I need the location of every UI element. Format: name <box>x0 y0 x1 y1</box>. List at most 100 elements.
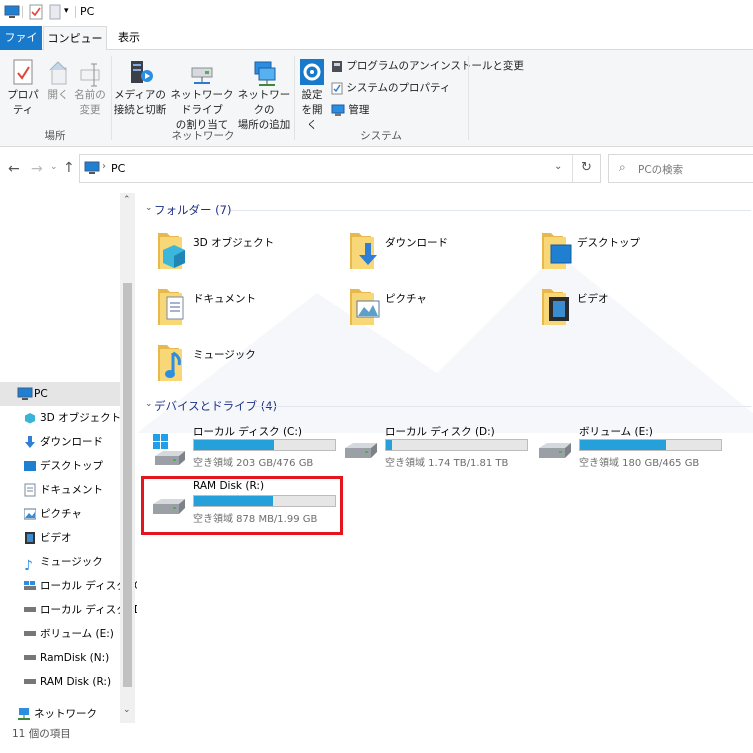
network-drive-icon <box>189 58 215 88</box>
rename-button[interactable]: 名前の 変更 <box>74 58 106 118</box>
open-settings-label-line1: 設定 <box>301 89 323 101</box>
sidebar-item-videos[interactable]: ビデオ <box>0 526 120 550</box>
drive-e[interactable]: ボリューム (E:) 空き領域 180 GB/465 GB <box>533 424 723 480</box>
search-box[interactable]: ⌕ PCの検索 <box>608 154 753 183</box>
drive-d[interactable]: ローカル ディスク (D:) 空き領域 1.74 TB/1.81 TB <box>339 424 529 480</box>
sidebar-item-pictures[interactable]: ピクチャ <box>0 502 120 526</box>
address-dropdown-icon[interactable]: ⌄ <box>554 161 562 172</box>
windows-drive-icon <box>151 434 187 468</box>
folder-desktop[interactable]: デスクトップ <box>541 229 721 283</box>
recent-locations-chevron-icon[interactable]: ⌄ <box>50 162 58 172</box>
address-bar[interactable]: › PC ⌄ ↻ <box>79 154 601 183</box>
pc-icon <box>17 387 33 401</box>
folder-downloads[interactable]: ダウンロード <box>349 229 529 283</box>
videos-folder-icon <box>541 285 573 329</box>
group-separator <box>468 56 469 140</box>
3d-objects-icon <box>24 412 36 424</box>
properties-button[interactable]: プロパティ <box>3 58 43 118</box>
sidebar-item-documents[interactable]: ドキュメント <box>0 478 120 502</box>
drive-free-space: 空き領域 180 GB/465 GB <box>579 458 700 469</box>
tab-view[interactable]: 表示 <box>110 26 148 50</box>
properties-quick-icon[interactable] <box>29 4 43 20</box>
section-divider <box>254 406 751 407</box>
add-network-location-button[interactable]: ネットワークの 場所の追加 <box>237 58 291 133</box>
folder-documents[interactable]: ドキュメント <box>157 285 337 339</box>
desktop-folder-icon <box>541 229 573 273</box>
drive-icon <box>24 679 36 685</box>
sidebar-item-label: PC <box>34 388 48 400</box>
properties-icon <box>11 58 35 88</box>
sidebar-item-drive-e[interactable]: ボリューム (E:) <box>0 622 120 646</box>
sidebar-item-music[interactable]: ♪ ミュージック <box>0 550 120 574</box>
open-settings-button[interactable]: 設定 を開く <box>297 58 327 133</box>
download-icon <box>24 435 36 449</box>
new-folder-quick-icon[interactable] <box>49 4 61 20</box>
pictures-icon <box>24 508 36 520</box>
status-bar: 11 個の項目 <box>0 723 753 753</box>
drive-free-space: 空き領域 1.74 TB/1.81 TB <box>385 458 509 469</box>
search-placeholder[interactable]: PCの検索 <box>638 162 683 177</box>
tab-file[interactable]: ファイル <box>0 26 42 68</box>
refresh-icon[interactable]: ↻ <box>581 160 592 175</box>
drive-icon <box>343 440 379 462</box>
scroll-down-icon[interactable]: ⌄ <box>123 705 131 715</box>
collapse-drives-chevron-icon[interactable]: ⌄ <box>145 399 153 409</box>
up-arrow-icon[interactable]: ↑ <box>63 160 75 176</box>
system-properties-button[interactable]: システムのプロパティ <box>331 81 450 99</box>
rename-icon <box>78 58 102 88</box>
sidebar-item-downloads[interactable]: ダウンロード <box>0 430 120 454</box>
sidebar-item-drive-d[interactable]: ローカル ディスク (D:) <box>0 598 150 622</box>
ribbon-tab-row: ファイル コンピューター 表示 <box>0 26 753 69</box>
music-folder-icon <box>157 341 189 385</box>
tab-computer[interactable]: コンピューター <box>43 26 107 69</box>
sidebar-item-3d-objects[interactable]: 3D オブジェクト <box>0 406 121 430</box>
sidebar-item-label: ピクチャ <box>40 508 82 520</box>
folders-section-header[interactable]: フォルダー (7) <box>154 202 231 218</box>
sidebar-item-label: ドキュメント <box>40 484 103 496</box>
navigation-pane-scrollbar[interactable]: ⌃ ⌄ <box>120 193 135 723</box>
settings-gear-icon <box>299 58 325 88</box>
media-connect-button[interactable]: メディアの 接続と切断 <box>113 58 167 118</box>
open-button[interactable]: 開く <box>44 58 72 103</box>
sidebar-item-label: デスクトップ <box>40 460 103 472</box>
video-icon <box>24 531 36 545</box>
open-label: 開く <box>47 89 69 101</box>
uninstall-programs-button[interactable]: プログラムのアンインストールと変更 <box>331 59 524 77</box>
folder-videos[interactable]: ビデオ <box>541 285 721 339</box>
network-group-label: ネットワーク <box>171 130 235 142</box>
3d-objects-folder-icon <box>157 229 189 273</box>
window-title: PC <box>80 5 95 18</box>
drive-usage-bar <box>385 439 528 451</box>
map-drive-button[interactable]: ネットワーク ドライブ の割り当て <box>166 58 238 133</box>
sidebar-item-drive-r[interactable]: RAM Disk (R:) <box>0 670 120 694</box>
map-drive-label-line1: ネットワーク ドライブ <box>170 89 234 116</box>
folder-pictures[interactable]: ピクチャ <box>349 285 529 339</box>
folder-3d-objects[interactable]: 3D オブジェクト <box>157 229 337 283</box>
network-location-icon <box>251 58 277 88</box>
sidebar-item-pc[interactable]: PC <box>0 382 120 406</box>
pictures-folder-icon <box>349 285 381 329</box>
drive-c[interactable]: ローカル ディスク (C:) 空き領域 203 GB/476 GB <box>147 424 337 480</box>
add-network-label-line1: ネットワークの <box>237 89 291 116</box>
location-group-label: 場所 <box>44 130 66 142</box>
sidebar-item-drive-c[interactable]: ローカル ディスク (C:) <box>0 574 149 598</box>
folder-music[interactable]: ミュージック <box>157 341 337 395</box>
sidebar-item-label: ミュージック <box>40 556 103 568</box>
drive-free-space: 空き領域 203 GB/476 GB <box>193 458 314 469</box>
scroll-up-icon[interactable]: ⌃ <box>123 195 131 205</box>
system-group-label: システム <box>360 130 402 142</box>
drive-name: ローカル ディスク (C:) <box>193 426 303 438</box>
scrollbar-thumb[interactable] <box>123 283 132 687</box>
breadcrumb-pc[interactable]: PC <box>111 162 125 175</box>
back-arrow-icon[interactable]: ← <box>8 161 20 177</box>
sidebar-item-label: ダウンロード <box>40 436 103 448</box>
collapse-folders-chevron-icon[interactable]: ⌄ <box>145 203 153 213</box>
drive-icon <box>537 440 573 462</box>
sidebar-item-drive-n[interactable]: RamDisk (N:) <box>0 646 120 670</box>
system-properties-icon <box>331 81 343 95</box>
quick-access-dropdown-icon[interactable]: ▾ <box>64 6 69 16</box>
manage-button[interactable]: 管理 <box>331 103 369 121</box>
sidebar-item-desktop[interactable]: デスクトップ <box>0 454 120 478</box>
forward-arrow-icon[interactable]: → <box>31 161 43 177</box>
breadcrumb-chevron-icon[interactable]: › <box>102 161 106 172</box>
